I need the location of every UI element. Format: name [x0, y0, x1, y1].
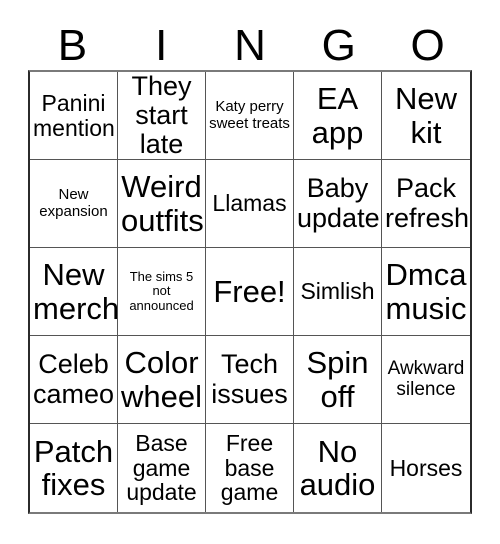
bingo-cell[interactable]: Color wheel [118, 336, 206, 424]
bingo-cell[interactable]: Patch fixes [30, 424, 118, 512]
bingo-cell[interactable]: New merch [30, 248, 118, 336]
bingo-cell-label: Free base game [220, 429, 279, 506]
bingo-cell-label: Spin off [306, 345, 369, 414]
bingo-cell-label: No audio [299, 433, 376, 502]
bingo-cell-label: Pack refresh [385, 173, 470, 233]
bingo-cell[interactable]: Pack refresh [382, 160, 470, 248]
bingo-cell[interactable]: Awkward silence [382, 336, 470, 424]
bingo-cell[interactable]: New expansion [30, 160, 118, 248]
bingo-cell[interactable]: No audio [294, 424, 382, 512]
bingo-cell-label: Celeb cameo [33, 349, 115, 409]
bingo-card: B I N G O Panini mention They start late K… [0, 0, 500, 544]
bingo-cell[interactable]: Celeb cameo [30, 336, 118, 424]
bingo-header-letter-n: N [234, 21, 266, 70]
bingo-cell-label: EA app [311, 81, 364, 150]
bingo-cell[interactable]: EA app [294, 72, 382, 160]
bingo-grid: Panini mention They start late Katy perry … [28, 70, 472, 514]
bingo-cell[interactable]: Base game update [118, 424, 206, 512]
bingo-cell[interactable]: Baby update [294, 160, 382, 248]
bingo-cell-label: Free! [213, 273, 286, 309]
bingo-cell-free-space[interactable]: Free! [206, 248, 294, 336]
bingo-cell[interactable]: They start late [118, 72, 206, 160]
bingo-cell[interactable]: Weird outfits [118, 160, 206, 248]
bingo-cell-label: Awkward silence [387, 357, 465, 400]
bingo-cell-label: Patch fixes [33, 433, 114, 502]
bingo-cell-label: Base game update [126, 429, 197, 506]
bingo-cell[interactable]: Llamas [206, 160, 294, 248]
bingo-cell-label: Baby update [297, 173, 380, 233]
bingo-cell[interactable]: The sims 5 not announced [118, 248, 206, 336]
bingo-cell[interactable]: Free base game [206, 424, 294, 512]
bingo-cell[interactable]: Spin off [294, 336, 382, 424]
bingo-cell-label: New kit [394, 81, 457, 150]
bingo-cell[interactable]: Horses [382, 424, 470, 512]
bingo-cell-label: Weird outfits [121, 169, 204, 238]
bingo-header-letter-o: O [410, 21, 445, 70]
bingo-cell-label: Horses [389, 454, 463, 481]
bingo-cell-label: Simlish [300, 278, 375, 305]
bingo-cell-label: Panini mention [33, 89, 115, 141]
bingo-cell[interactable]: Panini mention [30, 72, 118, 160]
bingo-cell[interactable]: Simlish [294, 248, 382, 336]
bingo-header-letter-g: G [321, 21, 356, 70]
bingo-cell-label: Dmca music [385, 257, 467, 326]
bingo-cell[interactable]: New kit [382, 72, 470, 160]
bingo-header-letter-i: I [155, 21, 168, 70]
bingo-cell-label: Color wheel [121, 345, 202, 414]
bingo-cell-label: New merch [33, 257, 118, 326]
bingo-cell[interactable]: Katy perry sweet treats [206, 72, 294, 160]
bingo-cell[interactable]: Tech issues [206, 336, 294, 424]
bingo-header-row: B I N G O [28, 8, 472, 70]
bingo-cell-label: The sims 5 not announced [129, 269, 194, 313]
bingo-header-letter-b: B [57, 21, 88, 70]
bingo-cell-label: Tech issues [211, 349, 288, 409]
bingo-cell-label: New expansion [39, 186, 108, 220]
bingo-cell-label: Katy perry sweet treats [209, 98, 290, 132]
bingo-cell-label: They start late [131, 72, 192, 160]
bingo-cell[interactable]: Dmca music [382, 248, 470, 336]
bingo-cell-label: Llamas [212, 190, 287, 217]
